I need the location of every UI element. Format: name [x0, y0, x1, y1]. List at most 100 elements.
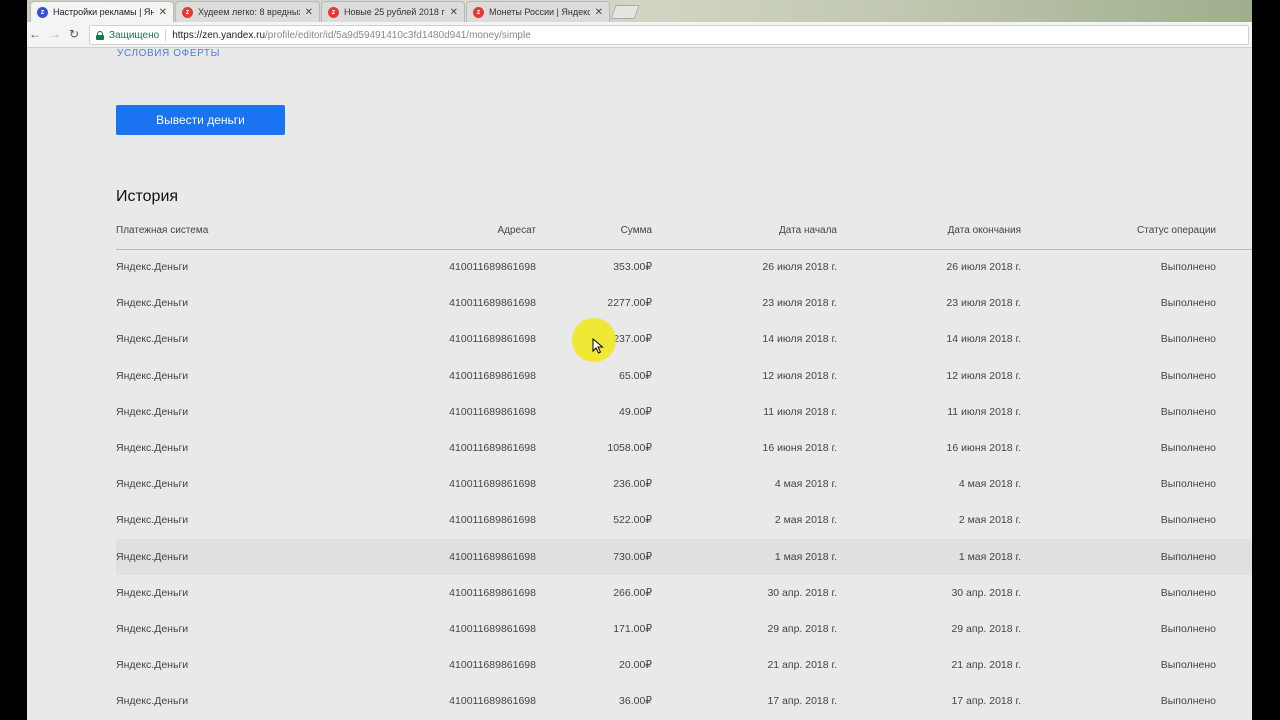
cell-payment-system: Яндекс.Деньги: [116, 478, 189, 491]
cell-payment-system: Яндекс.Деньги: [116, 297, 189, 310]
cell-end-date: 26 июля 2018 г.: [946, 261, 1021, 274]
address-bar[interactable]: Защищено https://zen.yandex.ru/profile/e…: [89, 25, 1249, 45]
row-spacer: [1216, 647, 1252, 683]
table-row: Яндекс.Деньги 410011689861698 236.00₽ 4 мая…: [116, 466, 1252, 502]
row-spacer: [1216, 430, 1252, 466]
history-heading: История: [116, 188, 179, 205]
cell-amount: 171.00₽: [613, 622, 652, 635]
cell-start-date: 29 апр. 2018 г.: [767, 622, 837, 635]
url-path: /profile/editor/id/5a9d59491410c3fd1480d…: [265, 29, 531, 41]
cell-recipient: 410011689861698: [449, 405, 536, 418]
cell-recipient: 410011689861698: [449, 478, 536, 491]
cell-status: Выполнено: [1160, 514, 1216, 527]
back-arrow-icon[interactable]: ←: [29, 27, 41, 41]
forward-arrow-icon[interactable]: →: [49, 27, 61, 41]
close-icon[interactable]: ✕: [595, 7, 603, 18]
cell-recipient: 410011689861698: [449, 514, 536, 527]
column-header-start-date: Дата начала: [652, 212, 837, 250]
cell-amount: 730.00₽: [536, 538, 652, 575]
secure-label: Защищено: [109, 29, 160, 41]
cell-amount: 49.00₽: [619, 405, 652, 418]
cell-start-date: 21 апр. 2018 г.: [767, 659, 837, 672]
cell-status: Выполнено: [1160, 478, 1216, 491]
row-spacer: [1216, 611, 1252, 647]
cell-payment-system: Яндекс.Деньги: [116, 405, 189, 418]
cell-status: Выполнено: [1160, 442, 1216, 455]
cell-recipient: 410011689861698: [449, 659, 536, 672]
cell-end-date: 29 апр. 2018 г.: [951, 622, 1021, 635]
tab-diet[interactable]: z Худеем легко: 8 вредных ✕: [175, 1, 320, 22]
cell-payment-system: Яндекс.Деньги: [116, 442, 189, 455]
cell-start-date: 4 мая 2018 г.: [774, 478, 837, 491]
history-table: Платежная система Адресат Сумма Дата нач…: [116, 212, 1252, 719]
tab-title: Худеем легко: 8 вредных: [198, 7, 300, 17]
cell-amount: 522.00₽: [613, 514, 652, 527]
offer-terms-link[interactable]: УСЛОВИЯ ОФЕРТЫ: [117, 48, 220, 59]
table-row: Яндекс.Деньги 410011689861698 1058.00₽ 16 и…: [116, 430, 1252, 466]
lock-icon: [96, 30, 104, 40]
cell-start-date: 23 июля 2018 г.: [762, 297, 837, 310]
cell-start-date: 30 апр. 2018 г.: [767, 586, 837, 599]
reload-icon[interactable]: ↻: [69, 27, 79, 41]
cell-start-date: 16 июня 2018 г.: [762, 442, 837, 455]
close-icon[interactable]: ✕: [159, 7, 167, 18]
cell-status: Выполнено: [1160, 369, 1216, 382]
new-tab-button[interactable]: [610, 5, 640, 19]
cell-amount: 353.00₽: [613, 261, 652, 274]
row-spacer: [1216, 575, 1252, 611]
column-header-payment-system: Платежная система: [116, 212, 276, 250]
table-row: Яндекс.Деньги 410011689861698 353.00₽ 26 ию…: [116, 249, 1252, 285]
cell-amount: 236.00₽: [613, 478, 652, 491]
cell-end-date: 11 июля 2018 г.: [947, 405, 1021, 418]
close-icon[interactable]: ✕: [305, 7, 313, 18]
cell-recipient: 410011689861698: [449, 297, 536, 310]
cell-recipient: 410011689861698: [449, 333, 536, 346]
cell-start-date: 11 июля 2018 г.: [763, 405, 837, 418]
page-content: УСЛОВИЯ ОФЕРТЫ Вывести деньги История Пл…: [27, 48, 1252, 720]
cell-amount: 65.00₽: [619, 369, 652, 382]
row-spacer: [1216, 358, 1252, 394]
cell-amount: 2277.00₽: [607, 297, 652, 310]
close-icon[interactable]: ✕: [450, 7, 458, 18]
tab-title: Настройки рекламы | Ян: [53, 7, 154, 17]
cell-payment-system: Яндекс.Деньги: [116, 659, 189, 672]
cell-recipient: 410011689861698: [449, 369, 536, 382]
zen-favicon-icon: z: [328, 6, 339, 18]
cell-status: Выполнено: [1160, 695, 1216, 708]
tab-25-rubles[interactable]: z Новые 25 рублей 2018 г ✕: [321, 1, 465, 22]
table-row: Яндекс.Деньги 410011689861698 171.00₽ 29 ап…: [116, 611, 1252, 647]
cell-end-date: 30 апр. 2018 г.: [951, 586, 1021, 599]
cell-payment-system: Яндекс.Деньги: [116, 622, 189, 635]
cell-recipient: 410011689861698: [449, 261, 536, 274]
tab-ad-settings[interactable]: z Настройки рекламы | Ян ✕: [30, 1, 174, 22]
cell-end-date: 21 апр. 2018 г.: [951, 659, 1021, 672]
cell-status: Выполнено: [1160, 405, 1216, 418]
cell-end-date: 1 мая 2018 г.: [837, 538, 1021, 575]
cell-recipient: 410011689861698: [276, 538, 536, 575]
cell-status: Выполнено: [1160, 622, 1216, 635]
tab-coins-russia[interactable]: z Монеты России | Яндекс ✕: [466, 1, 610, 22]
cell-payment-system: Яндекс.Деньги: [116, 586, 189, 599]
cell-end-date: 17 апр. 2018 г.: [951, 695, 1021, 708]
address-toolbar: ← → ↻ Защищено https://zen.yandex.ru/pro…: [27, 22, 1252, 48]
cell-payment-system: Яндекс.Деньги: [116, 261, 189, 274]
row-spacer: [1216, 538, 1252, 575]
table-row: Яндекс.Деньги 410011689861698 49.00₽ 11 июл…: [116, 394, 1252, 430]
tab-strip: z Настройки рекламы | Ян ✕ z Худеем легк…: [27, 0, 1252, 22]
row-spacer: [1216, 321, 1252, 357]
zen-favicon-icon: z: [37, 6, 48, 18]
withdraw-money-button[interactable]: Вывести деньги: [116, 105, 285, 135]
column-header-end-date: Дата окончания: [837, 212, 1021, 250]
url-host: https://zen.yandex.ru: [172, 29, 266, 41]
row-spacer: [1216, 466, 1252, 502]
cell-status: Выполнено: [1160, 333, 1216, 346]
cell-amount: 20.00₽: [619, 659, 652, 672]
cell-start-date: 12 июля 2018 г.: [762, 369, 837, 382]
table-row: Яндекс.Деньги 410011689861698 522.00₽ 2 мая…: [116, 502, 1252, 538]
cell-end-date: 23 июля 2018 г.: [946, 297, 1021, 310]
table-row: Яндекс.Деньги 410011689861698 65.00₽ 12 июл…: [116, 358, 1252, 394]
cell-start-date: 26 июля 2018 г.: [762, 261, 837, 274]
divider: [165, 29, 167, 41]
cell-end-date: 12 июля 2018 г.: [946, 369, 1021, 382]
column-spacer: [1216, 212, 1252, 250]
